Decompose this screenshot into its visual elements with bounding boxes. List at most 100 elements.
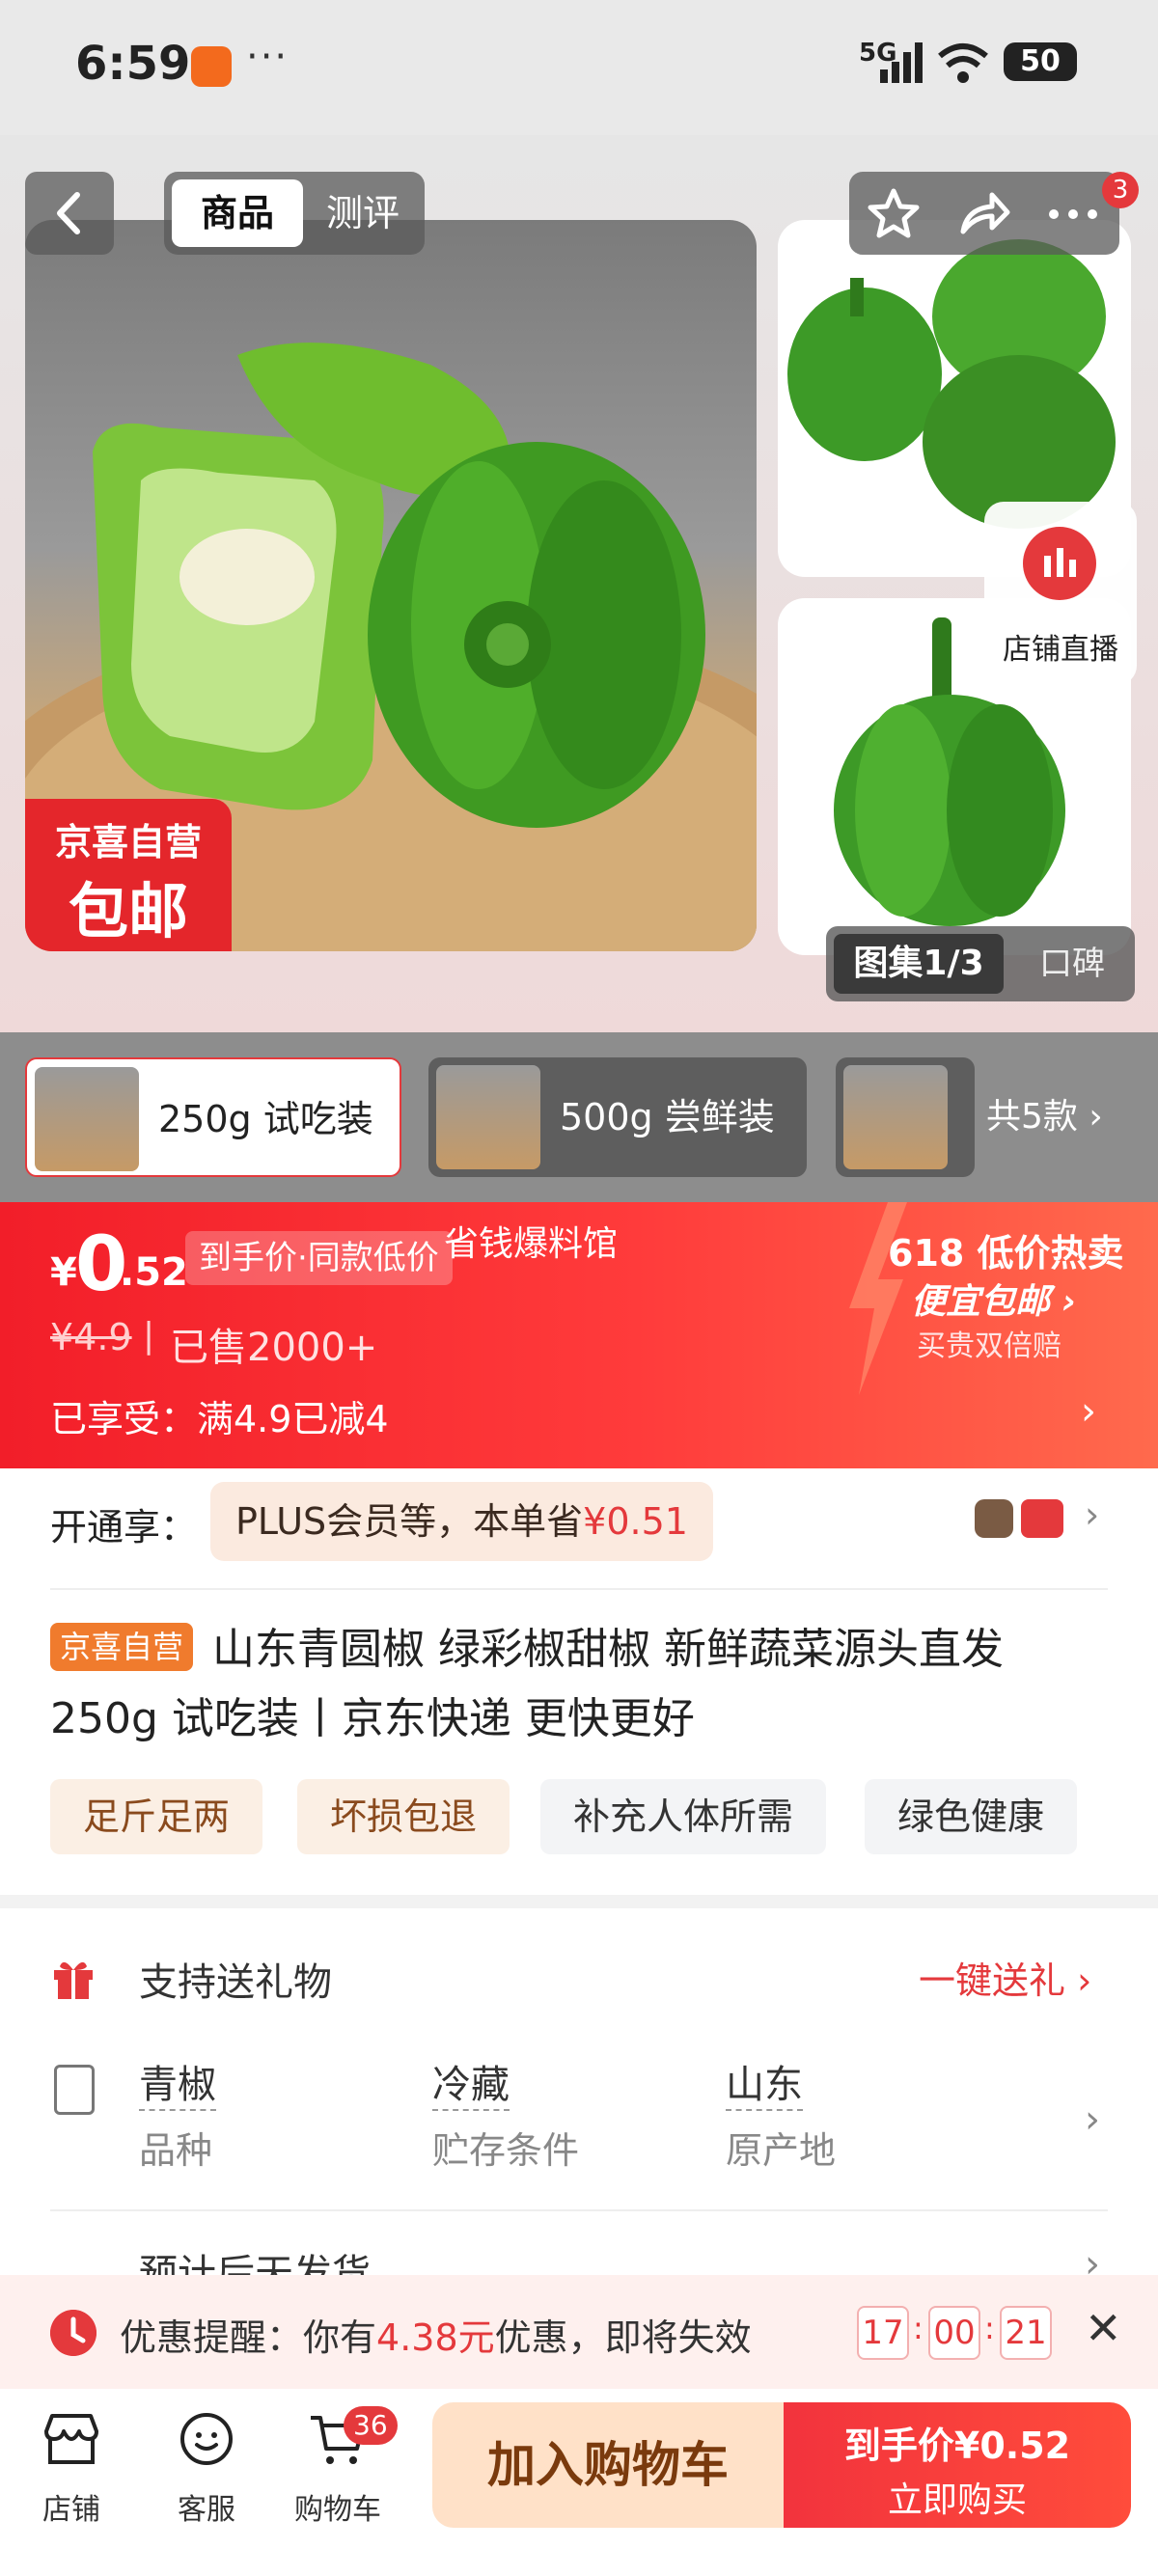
feature-tag[interactable]: 补充人体所需 (540, 1779, 827, 1854)
countdown-minutes: 00 (928, 2306, 980, 2360)
coupon-reminder-bar[interactable]: 优惠提醒：你有4.38元优惠，即将失效 17 : 00 : 21 ✕ (0, 2275, 1158, 2389)
live-label: 店铺直播 (1003, 633, 1118, 667)
price-tag: 到手价·同款低价 (185, 1231, 453, 1285)
chevron-left-icon (57, 192, 80, 234)
spec-value: 青椒 (139, 2053, 216, 2111)
product-title: 山东青圆椒 绿彩椒甜椒 新鲜蔬菜源头直发 250g 试吃装丨京东快递 更快更好 (50, 1625, 1004, 1743)
sold-count: 已售2000+ (170, 1326, 378, 1370)
signal-icon (880, 42, 923, 83)
one-click-gift-link[interactable]: 一键送礼 › (919, 1951, 1091, 2004)
star-icon[interactable] (865, 185, 923, 241)
variant-option[interactable] (836, 1057, 975, 1177)
promo-note: 买贵双倍赔 (917, 1329, 1062, 1363)
chevron-right-icon[interactable]: › (1085, 2097, 1100, 2142)
original-price: ¥4.9 (50, 1316, 132, 1358)
buy-now-button[interactable]: 到手价¥0.52 立即购买 (784, 2402, 1131, 2528)
coupon-prefix: 优惠提醒：你有 (120, 2316, 377, 2359)
countdown-seconds: 21 (1000, 2306, 1052, 2360)
discount-applied: 已享受：满4.9已减4 (50, 1398, 389, 1440)
variant-label: 500g 尝鲜装 (560, 1096, 775, 1138)
variant-option[interactable]: 250g 试吃装 (25, 1057, 401, 1177)
spec-key: 原产地 (726, 2129, 837, 2172)
top-tabs: 商品 测评 (164, 172, 425, 255)
price-separator: | (143, 1316, 155, 1356)
gallery-controls: 图集1/3 口碑 (826, 926, 1135, 1001)
promo-title: 618 低价热卖 (888, 1232, 1124, 1274)
feature-tag[interactable]: 绿色健康 (865, 1779, 1078, 1854)
badge-line-2: 包邮 (68, 876, 188, 946)
self-operated-badge: 京喜自营 包邮 (25, 799, 232, 951)
back-button[interactable] (25, 172, 114, 255)
cart-label[interactable]: 购物车 (280, 2485, 396, 2528)
buy-now-price: 到手价¥0.52 (843, 2425, 1071, 2467)
review-gallery-tab[interactable]: 口碑 (1019, 934, 1125, 994)
coupon-reminder-text: 优惠提醒：你有4.38元优惠，即将失效 (120, 2308, 752, 2361)
clock-icon (50, 2310, 96, 2356)
promo-subtitle[interactable]: 便宜包邮 › (911, 1274, 1076, 1324)
more-icon[interactable] (1042, 185, 1104, 241)
more-notifications-icon: ··· (246, 35, 290, 79)
spec-value: 冷藏 (432, 2053, 510, 2111)
variant-thumbnail (35, 1067, 139, 1171)
variant-selector: 250g 试吃装 500g 尝鲜装 共5款 › (0, 1032, 1158, 1202)
tab-review[interactable]: 测评 (309, 179, 417, 247)
product-info-block: 支持送礼物 一键送礼 › 青椒 品种 冷藏 贮存条件 山东 原产地 › 预计后天… (0, 1908, 1158, 2296)
plus-lead-label: 开通享： (50, 1506, 198, 1548)
variant-count-link[interactable]: 共5款 › (986, 1057, 1103, 1177)
coupon-suffix: 优惠，即将失效 (494, 2316, 752, 2359)
plus-membership-row[interactable]: 开通享： PLUS会员等，本单省¥0.51 › (0, 1468, 1158, 1586)
variant-thumbnail (436, 1065, 540, 1169)
document-icon (54, 2065, 95, 2115)
add-to-cart-button[interactable]: 加入购物车 (432, 2402, 784, 2528)
gift-icon (54, 1961, 93, 1999)
store-live-button[interactable]: 店铺直播 (984, 502, 1137, 685)
customer-service-icon[interactable] (176, 2410, 237, 2468)
currency-symbol: ¥ (50, 1250, 77, 1295)
chevron-right-icon: › (1081, 1389, 1096, 1434)
feature-tag[interactable]: 坏损包退 (297, 1779, 510, 1854)
feature-tag[interactable]: 足斤足两 (50, 1779, 263, 1854)
wifi-icon (938, 43, 988, 83)
countdown-colon: : (913, 2310, 924, 2346)
plus-offer-pill: PLUS会员等，本单省¥0.51 (210, 1482, 713, 1561)
plus-offer-text: PLUS会员等，本单省 (235, 1500, 584, 1543)
clock: 6:59 (75, 37, 191, 91)
service-label[interactable]: 客服 (149, 2485, 264, 2528)
product-title-block: 山东青圆椒 绿彩椒甜椒 新鲜蔬菜源头直发 250g 试吃装丨京东快递 更快更好 … (0, 1586, 1158, 1895)
store-label[interactable]: 店铺 (14, 2485, 129, 2528)
badge-line-1: 京喜自营 (54, 821, 202, 863)
countdown-hours: 17 (857, 2306, 909, 2360)
top-actions (849, 172, 1119, 255)
store-icon[interactable] (41, 2410, 102, 2468)
coupon-amount: 4.38元 (376, 2316, 495, 2359)
variant-option[interactable]: 500g 尝鲜装 (428, 1057, 807, 1177)
share-icon[interactable] (955, 185, 1013, 241)
tab-goods[interactable]: 商品 (172, 179, 303, 247)
divider (50, 2209, 1108, 2211)
variant-label: 250g 试吃装 (158, 1098, 373, 1140)
spec-key: 贮存条件 (432, 2129, 580, 2172)
self-operated-tag: 京喜自营 (50, 1623, 194, 1671)
status-bar: 6:59 ··· 5G 50 (0, 0, 1158, 135)
cart-count-badge: 36 (344, 2406, 398, 2445)
close-icon[interactable]: ✕ (1085, 2302, 1122, 2354)
gift-support-label: 支持送礼物 (139, 1960, 332, 2005)
bottom-action-bar: 店铺 客服 36 购物车 加入购物车 到手价¥0.52 立即购买 (0, 2389, 1158, 2576)
price-decimal: .52 (120, 1250, 188, 1295)
gallery-counter[interactable]: 图集1/3 (834, 934, 1004, 994)
live-stream-icon (1023, 527, 1096, 600)
spec-value: 山东 (726, 2053, 803, 2111)
buy-now-label: 立即购买 (887, 2480, 1027, 2520)
spec-key: 品种 (139, 2129, 213, 2172)
battery-indicator: 50 (1004, 42, 1077, 81)
notification-badge: 3 (1102, 172, 1139, 208)
app-notification-icon (191, 46, 232, 87)
card-icon (1021, 1499, 1063, 1538)
divider (50, 1588, 1108, 1590)
variant-thumbnail (843, 1065, 948, 1169)
watermark-text: 省钱爆料馆 (444, 1224, 619, 1264)
countdown-colon: : (984, 2310, 995, 2346)
price-banner[interactable]: ¥ 0 .52 到手价·同款低价 省钱爆料馆 ¥4.9 | 已售2000+ 已享… (0, 1202, 1158, 1468)
crown-icon (975, 1499, 1013, 1538)
plus-savings-amount: ¥0.51 (583, 1500, 688, 1543)
